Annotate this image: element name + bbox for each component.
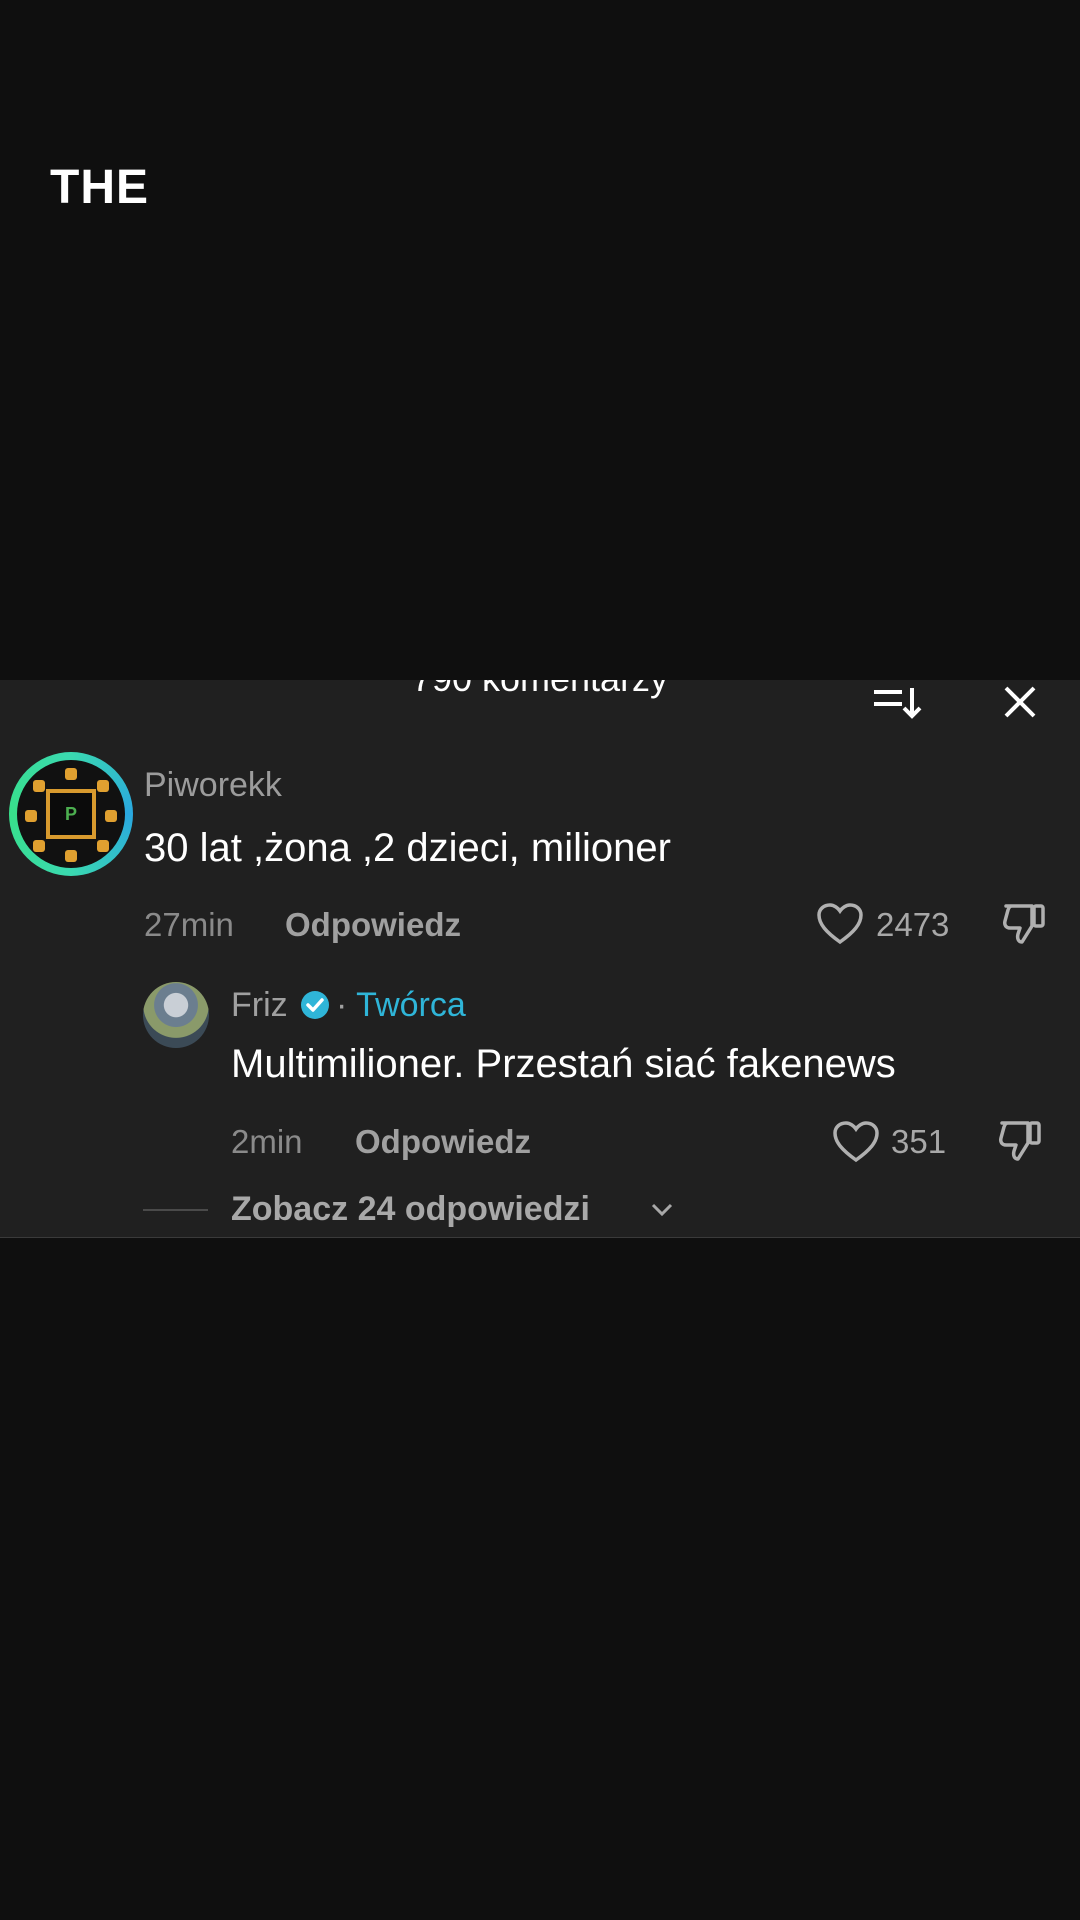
reply-time: 2min — [231, 1123, 303, 1161]
reply-text: Multimilioner. Przestań siać fakenews — [231, 1042, 896, 1086]
avatar-reply[interactable] — [143, 982, 209, 1048]
creator-label: Twórca — [356, 986, 466, 1024]
creator-badge: · Twórca — [336, 986, 466, 1025]
replies-divider — [143, 1209, 208, 1211]
chevron-down-icon[interactable] — [650, 1202, 674, 1218]
dislike-icon[interactable] — [1000, 900, 1048, 948]
heart-icon[interactable] — [832, 1120, 880, 1164]
verified-icon — [301, 991, 329, 1019]
avatar-letter: P — [46, 789, 96, 839]
comment-time-text: 27min — [144, 906, 234, 943]
comment-username[interactable]: Piworekk — [144, 766, 282, 805]
like-count: 2473 — [876, 906, 950, 943]
close-icon[interactable] — [1000, 682, 1040, 722]
comments-panel: 790 komentarzy P Piworekk 30 lat ,żona ,… — [0, 680, 1080, 1238]
heart-icon[interactable] — [816, 902, 864, 946]
comment-text: 30 lat ,żona ,2 dzieci, milioner — [144, 826, 671, 870]
sort-icon[interactable] — [872, 684, 924, 720]
reply-button[interactable]: Odpowiedz — [285, 906, 461, 944]
reply-like-count: 351 — [891, 1123, 947, 1160]
comment-time: 27min — [144, 906, 234, 944]
creator-separator: · — [336, 986, 348, 1024]
view-replies-button[interactable]: Zobacz 24 odpowiedzi — [231, 1190, 590, 1229]
avatar[interactable]: P — [9, 752, 133, 876]
reply-username[interactable]: Friz — [231, 986, 288, 1025]
dislike-icon[interactable] — [996, 1117, 1044, 1165]
video-overlay-text: THE — [50, 161, 149, 214]
comments-header: 790 komentarzy — [0, 680, 1080, 720]
avatar-inner: P — [17, 760, 125, 868]
reply-reply-button[interactable]: Odpowiedz — [355, 1123, 531, 1161]
reply-time-text: 2min — [231, 1123, 303, 1160]
